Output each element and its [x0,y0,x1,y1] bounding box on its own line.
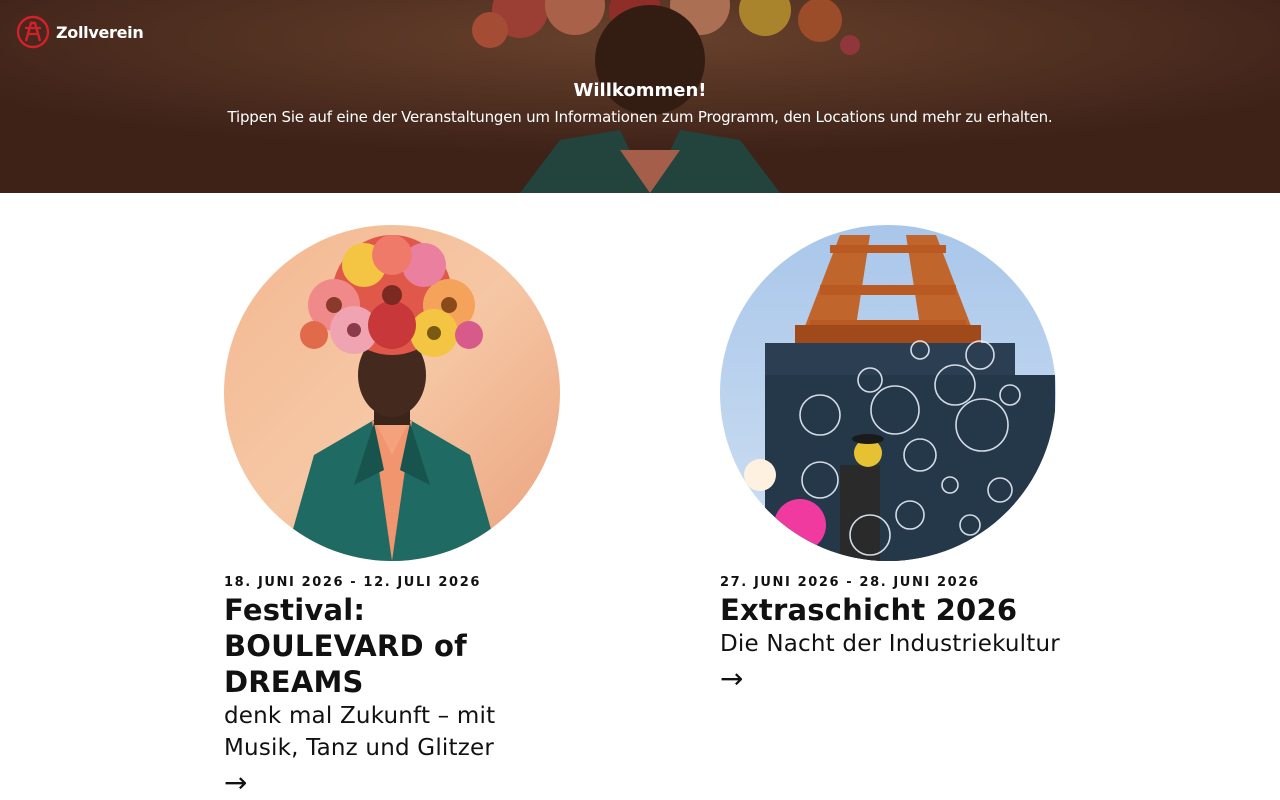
flower-head-portrait-icon [224,225,560,561]
event-image-mine-tower[interactable] [720,225,1056,561]
zollverein-logo[interactable]: Zollverein [16,15,144,49]
welcome-title: Willkommen! [573,80,707,101]
hero-banner: Zollverein Willkommen! Tippen Sie auf ei… [0,0,1280,193]
event-date: 18. JUNI 2026 - 12. JULI 2026 [224,575,481,590]
mine-tower-bubbles-icon [720,225,1056,561]
event-card-extraschicht[interactable]: 27. JUNI 2026 - 28. JUNI 2026 Extraschic… [720,225,1060,696]
event-title[interactable]: Festival: BOULEVARD of DREAMS [224,592,564,700]
event-title[interactable]: Extraschicht 2026 [720,592,1060,628]
zollverein-logo-icon [16,15,50,49]
event-subtitle: Die Nacht der Industriekultur [720,631,1060,657]
logo-text: Zollverein [56,22,144,42]
arrow-right-icon[interactable]: → [224,766,564,800]
arrow-right-icon[interactable]: → [720,662,1060,696]
event-date: 27. JUNI 2026 - 28. JUNI 2026 [720,575,980,590]
welcome-text: Tippen Sie auf eine der Veranstaltungen … [227,108,1053,126]
event-card-boulevard-of-dreams[interactable]: 18. JUNI 2026 - 12. JULI 2026 Festival: … [224,225,564,800]
event-image-flower-portrait[interactable] [224,225,560,561]
event-subtitle: denk mal Zukunft – mit Musik, Tanz und G… [224,703,496,761]
